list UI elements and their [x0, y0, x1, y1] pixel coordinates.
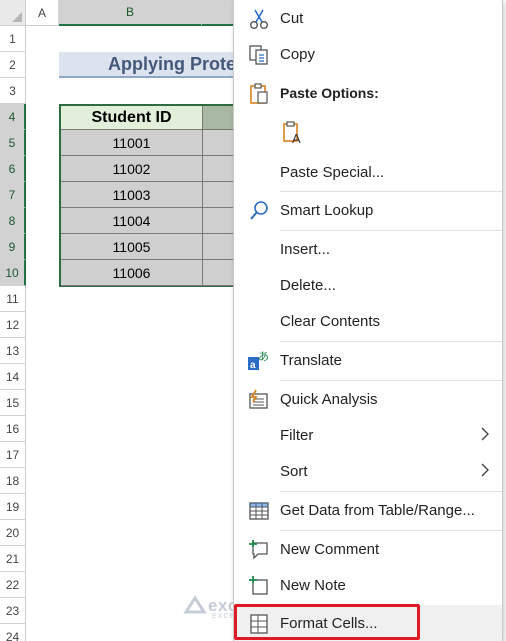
- menu-item-quick-analysis[interactable]: Quick Analysis: [234, 381, 502, 417]
- copy-icon: [246, 44, 272, 66]
- row-header-4[interactable]: 4: [0, 104, 26, 130]
- clipboard-icon: [246, 83, 272, 105]
- menu-item-cut[interactable]: Cut: [234, 0, 502, 36]
- table-header-student-id[interactable]: Student ID: [61, 106, 203, 130]
- column-header-c[interactable]: [202, 0, 234, 26]
- row-header-23[interactable]: 23: [0, 598, 26, 624]
- row-header-1[interactable]: 1: [0, 26, 26, 52]
- row-header-2[interactable]: 2: [0, 52, 26, 78]
- student-id-cell[interactable]: 11005: [61, 234, 203, 260]
- menu-item-new-comment[interactable]: New Comment: [234, 531, 502, 567]
- table-icon: [246, 500, 272, 522]
- svg-text:A: A: [292, 131, 301, 146]
- row-header-11[interactable]: 11: [0, 286, 26, 312]
- menu-item-paste-special[interactable]: Paste Special...: [234, 154, 502, 190]
- menu-label-new-note: New Note: [280, 576, 346, 594]
- svg-text:あ: あ: [258, 350, 269, 363]
- translate-icon: aあ: [246, 350, 272, 372]
- menu-label-delete: Delete...: [280, 276, 336, 294]
- menu-item-get-data[interactable]: Get Data from Table/Range...: [234, 492, 502, 528]
- menu-label-new-comment: New Comment: [280, 540, 380, 558]
- menu-item-paste-options: Paste Options:: [234, 75, 502, 111]
- row-header-8[interactable]: 8: [0, 208, 26, 234]
- menu-item-copy[interactable]: Copy: [234, 36, 502, 72]
- row-header-19[interactable]: 19: [0, 494, 26, 520]
- row-header-7[interactable]: 7: [0, 182, 26, 208]
- row-header-21[interactable]: 21: [0, 546, 26, 572]
- student-id-cell[interactable]: 11006: [61, 260, 203, 286]
- row-header-13[interactable]: 13: [0, 338, 26, 364]
- menu-label-smart-lookup: Smart Lookup: [280, 201, 374, 219]
- paste-values-icon: A: [280, 121, 306, 146]
- row-header-18[interactable]: 18: [0, 468, 26, 494]
- student-id-cell[interactable]: 11002: [61, 156, 203, 182]
- menu-item-delete[interactable]: Delete...: [234, 267, 502, 303]
- menu-item-insert[interactable]: Insert...: [234, 231, 502, 267]
- format-cells-highlight: [234, 604, 420, 640]
- note-icon: [246, 575, 272, 597]
- row-header-3[interactable]: 3: [0, 78, 26, 104]
- menu-item-sort[interactable]: Sort: [234, 453, 502, 489]
- menu-label-copy: Copy: [280, 45, 316, 63]
- menu-label-quick-analysis: Quick Analysis: [280, 390, 378, 408]
- student-id-cell[interactable]: 11003: [61, 182, 203, 208]
- row-header-5[interactable]: 5: [0, 130, 26, 156]
- row-header-22[interactable]: 22: [0, 572, 26, 598]
- menu-label-translate: Translate: [280, 351, 342, 369]
- row-header-15[interactable]: 15: [0, 390, 26, 416]
- context-menu: Cut Copy Paste Options: A Paste Special.…: [233, 0, 503, 641]
- menu-label-clear-contents: Clear Contents: [280, 312, 381, 330]
- menu-item-new-note[interactable]: New Note: [234, 567, 502, 603]
- row-header-9[interactable]: 9: [0, 234, 26, 260]
- column-header-b[interactable]: B: [59, 0, 202, 26]
- student-id-cell[interactable]: 11001: [61, 130, 203, 156]
- row-header-16[interactable]: 16: [0, 416, 26, 442]
- row-header-17[interactable]: 17: [0, 442, 26, 468]
- sheet-title: Applying Prote: [59, 52, 259, 78]
- chevron-right-icon: [480, 427, 490, 441]
- menu-label-get-data: Get Data from Table/Range...: [280, 501, 475, 519]
- row-header-10[interactable]: 10: [0, 260, 26, 286]
- row-header-20[interactable]: 20: [0, 520, 26, 546]
- menu-item-paste-values[interactable]: A: [234, 113, 502, 155]
- chevron-right-icon: [480, 463, 490, 477]
- search-icon: [246, 200, 272, 222]
- row-header-14[interactable]: 14: [0, 364, 26, 390]
- svg-text:a: a: [250, 360, 256, 371]
- scissors-icon: [246, 8, 272, 30]
- menu-label-paste-special: Paste Special...: [280, 163, 385, 181]
- menu-item-smart-lookup[interactable]: Smart Lookup: [234, 192, 502, 228]
- comment-icon: [246, 539, 272, 561]
- column-header-a[interactable]: A: [26, 0, 59, 26]
- row-header-6[interactable]: 6: [0, 156, 26, 182]
- menu-label-cut: Cut: [280, 9, 304, 27]
- menu-item-translate[interactable]: aあ Translate: [234, 342, 502, 378]
- quick-analysis-icon: [246, 389, 272, 411]
- student-table: Student ID 11001 11002 11003 11004 11005 1100…: [59, 104, 245, 287]
- menu-item-clear-contents[interactable]: Clear Contents: [234, 303, 502, 339]
- row-header-12[interactable]: 12: [0, 312, 26, 338]
- menu-item-filter[interactable]: Filter: [234, 417, 502, 453]
- menu-label-filter: Filter: [280, 426, 314, 444]
- menu-label-paste-options: Paste Options:: [280, 85, 379, 101]
- menu-label-sort: Sort: [280, 462, 308, 480]
- student-id-cell[interactable]: 11004: [61, 208, 203, 234]
- row-header-24[interactable]: 24: [0, 624, 26, 641]
- menu-label-insert: Insert...: [280, 240, 331, 258]
- select-all-corner[interactable]: [0, 0, 26, 26]
